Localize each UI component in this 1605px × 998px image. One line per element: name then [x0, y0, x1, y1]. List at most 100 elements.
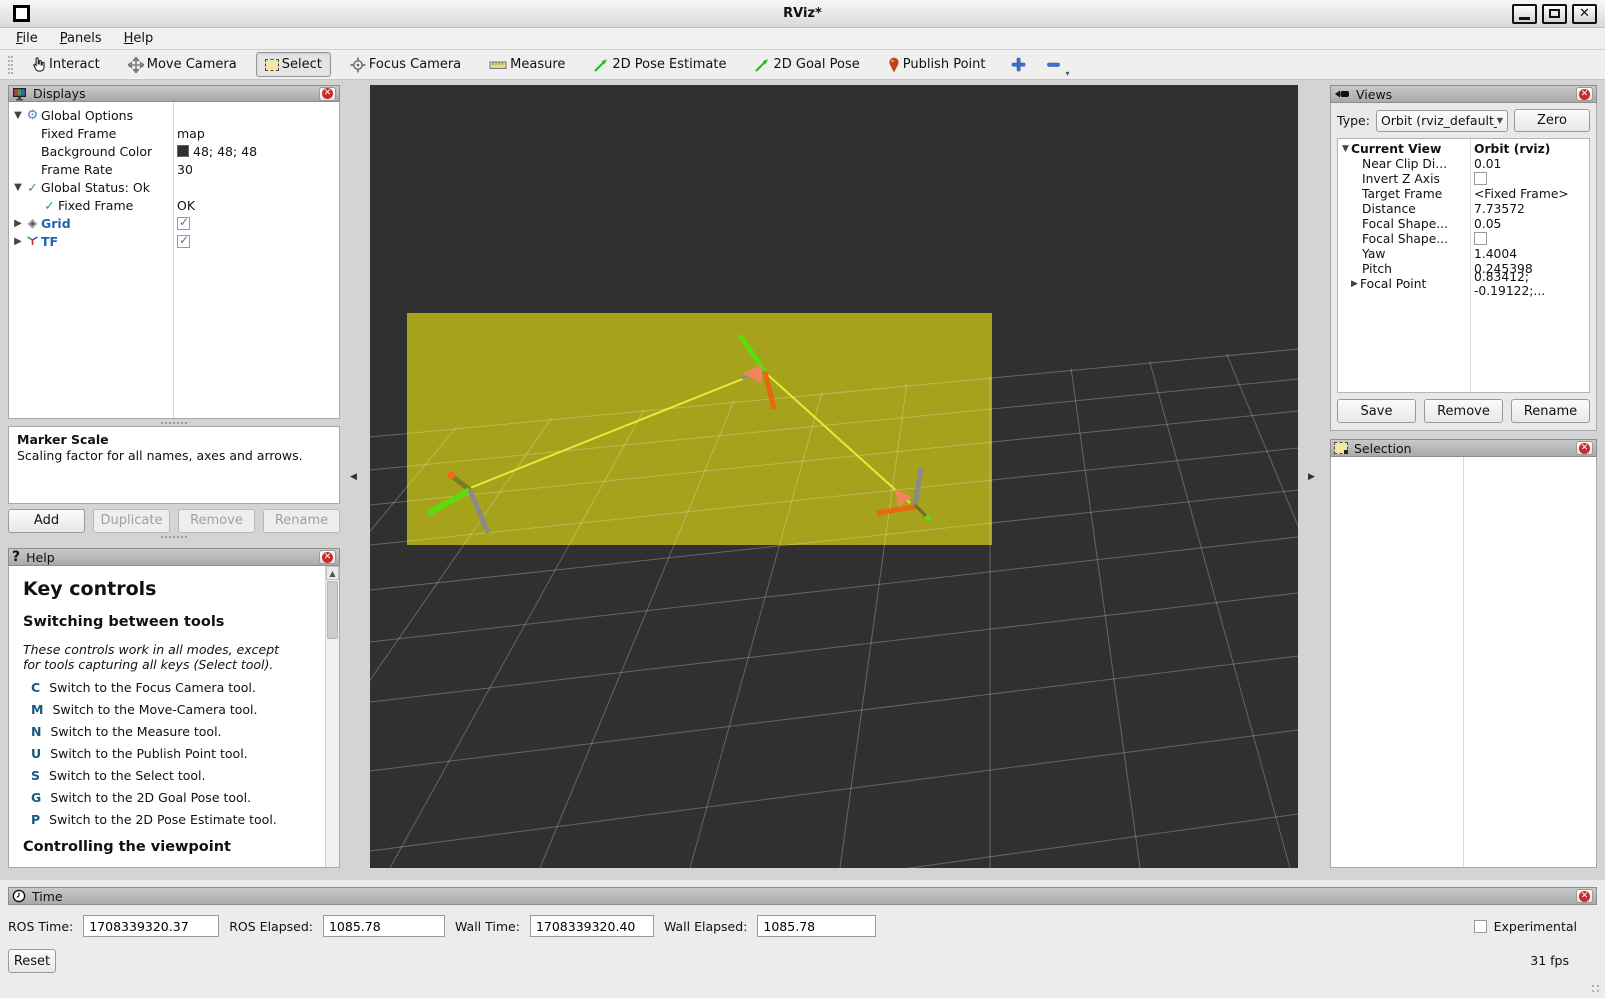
tree-row-fixed-frame-status[interactable]: ✓ Fixed Frame OK [9, 196, 339, 214]
menu-help[interactable]: Help [124, 31, 154, 46]
row-value[interactable]: map [177, 126, 205, 141]
duplicate-display-button[interactable]: Duplicate [93, 509, 170, 533]
save-view-button[interactable]: Save [1337, 399, 1416, 423]
help-question-icon: ? [12, 549, 20, 565]
collapse-right-dock-handle[interactable]: ▶ [1308, 472, 1315, 482]
3d-viewport[interactable] [370, 85, 1298, 868]
view-row-focal-shape-fixed[interactable]: Focal Shape... [1338, 231, 1589, 246]
tree-row-frame-rate[interactable]: Frame Rate 30 [9, 160, 339, 178]
collapse-left-dock-handle[interactable]: ◀ [350, 472, 357, 482]
collapse-icon[interactable]: ▼ [12, 182, 24, 193]
row-value[interactable]: <Fixed Frame> [1474, 187, 1569, 201]
add-display-button[interactable]: Add [8, 509, 85, 533]
row-value[interactable]: 1.4004 [1474, 247, 1517, 261]
wall-elapsed-input[interactable] [757, 915, 876, 937]
scroll-up-icon[interactable]: ▲ [326, 566, 339, 580]
help-close-button[interactable]: ✕ [319, 550, 336, 564]
invert-z-checkbox[interactable] [1474, 172, 1487, 185]
tool-move-camera[interactable]: Move Camera [119, 52, 246, 78]
tree-row-fixed-frame[interactable]: Fixed Frame map [9, 124, 339, 142]
shortcut-row: NSwitch to the Measure tool. [23, 724, 315, 739]
reset-button[interactable]: Reset [8, 949, 56, 973]
row-value[interactable] [1474, 172, 1487, 185]
close-icon: ✕ [1579, 89, 1590, 100]
selection-panel-header[interactable]: Selection ✕ [1330, 439, 1597, 457]
selection-close-button[interactable]: ✕ [1576, 441, 1593, 455]
tool-2d-pose-estimate[interactable]: 2D Pose Estimate [584, 52, 735, 78]
tool-publish-point[interactable]: Publish Point [879, 52, 995, 78]
splitter-handle[interactable] [8, 419, 340, 426]
remove-display-button[interactable]: Remove [178, 509, 255, 533]
bottom-area: Time ✕ ROS Time: ROS Elapsed: Wall Time:… [0, 880, 1605, 998]
tree-row-global-status[interactable]: ▼ ✓ Global Status: Ok [9, 178, 339, 196]
view-row-yaw[interactable]: Yaw 1.4004 [1338, 246, 1589, 261]
displays-panel-header[interactable]: Displays ✕ [8, 85, 340, 102]
type-label: Type: [1337, 113, 1370, 128]
add-tool-button[interactable] [1004, 54, 1033, 75]
row-value[interactable]: 30 [177, 162, 193, 177]
tf-checkbox[interactable] [177, 235, 190, 248]
time-panel-header[interactable]: Time ✕ [8, 887, 1597, 905]
help-scrollbar[interactable]: ▲ ▼ [325, 566, 339, 867]
remove-view-button[interactable]: Remove [1424, 399, 1503, 423]
tool-measure[interactable]: Measure [480, 52, 574, 78]
help-section: Switching between tools [23, 614, 315, 630]
collapse-icon[interactable]: ▼ [1340, 144, 1351, 154]
tool-select[interactable]: Select [256, 52, 331, 77]
expand-icon[interactable]: ▶ [1349, 279, 1360, 289]
view-row-current-view[interactable]: ▼ Current View Orbit (rviz) [1338, 141, 1589, 156]
row-value[interactable]: 48; 48; 48 [177, 144, 257, 159]
row-value[interactable]: 7.73572 [1474, 202, 1525, 216]
tree-row-background-color[interactable]: Background Color 48; 48; 48 [9, 142, 339, 160]
tree-row-global-options[interactable]: ▼ ⚙ Global Options [9, 106, 339, 124]
views-close-button[interactable]: ✕ [1576, 87, 1593, 101]
rename-view-button[interactable]: Rename [1511, 399, 1590, 423]
displays-close-button[interactable]: ✕ [319, 87, 336, 101]
view-row-target-frame[interactable]: Target Frame <Fixed Frame> [1338, 186, 1589, 201]
rename-display-button[interactable]: Rename [263, 509, 340, 533]
zero-button[interactable]: Zero [1514, 109, 1590, 132]
tool-focus-camera[interactable]: Focus Camera [341, 52, 470, 78]
time-close-button[interactable]: ✕ [1576, 889, 1593, 903]
row-value[interactable]: 0.01 [1474, 157, 1501, 171]
views-tree[interactable]: ▼ Current View Orbit (rviz) Near Clip Di… [1337, 138, 1590, 393]
tree-row-tf[interactable]: ▶ TF [9, 232, 339, 250]
tool-interact[interactable]: Interact [21, 52, 109, 78]
column-divider[interactable] [1463, 457, 1464, 867]
row-value[interactable] [1474, 232, 1487, 245]
view-row-focal-point[interactable]: ▶ Focal Point 0.83412; -0.19122;... [1338, 276, 1589, 291]
ros-time-input[interactable] [83, 915, 219, 937]
menu-panels[interactable]: Panels [60, 31, 102, 46]
remove-tool-button[interactable]: ▾ [1039, 54, 1068, 75]
row-value[interactable] [177, 235, 190, 248]
experimental-checkbox[interactable] [1474, 920, 1487, 933]
tool-2d-goal-pose[interactable]: 2D Goal Pose [745, 52, 868, 78]
panel-title: Views [1356, 87, 1392, 102]
menu-file[interactable]: File [16, 31, 38, 46]
row-value[interactable]: 0.05 [1474, 217, 1501, 231]
splitter-handle[interactable] [8, 533, 340, 540]
ros-elapsed-input[interactable] [323, 915, 445, 937]
view-type-dropdown[interactable]: Orbit (rviz_default_p ▼ [1376, 110, 1508, 132]
row-label: Frame Rate [41, 162, 113, 177]
view-row-focal-shape-size[interactable]: Focal Shape... 0.05 [1338, 216, 1589, 231]
resize-grip[interactable] [1591, 984, 1601, 994]
views-panel-header[interactable]: Views ✕ [1330, 85, 1597, 103]
tree-row-grid[interactable]: ▶ ◈ Grid [9, 214, 339, 232]
scrollbar-thumb[interactable] [327, 581, 338, 639]
toolbar-grip[interactable] [8, 56, 13, 74]
view-row-near-clip[interactable]: Near Clip Di... 0.01 [1338, 156, 1589, 171]
grid-checkbox[interactable] [177, 217, 190, 230]
collapse-icon[interactable]: ▼ [12, 110, 24, 121]
row-value[interactable]: 0.83412; -0.19122;... [1474, 270, 1589, 298]
selection-tree[interactable] [1330, 457, 1597, 868]
view-row-invert-z[interactable]: Invert Z Axis [1338, 171, 1589, 186]
help-panel-header[interactable]: ? Help ✕ [8, 548, 340, 566]
focal-shape-checkbox[interactable] [1474, 232, 1487, 245]
expand-icon[interactable]: ▶ [12, 236, 24, 247]
view-row-distance[interactable]: Distance 7.73572 [1338, 201, 1589, 216]
displays-tree[interactable]: ▼ ⚙ Global Options Fixed Frame map Backg… [8, 102, 340, 419]
row-value[interactable] [177, 217, 190, 230]
expand-icon[interactable]: ▶ [12, 218, 24, 229]
wall-time-input[interactable] [530, 915, 654, 937]
